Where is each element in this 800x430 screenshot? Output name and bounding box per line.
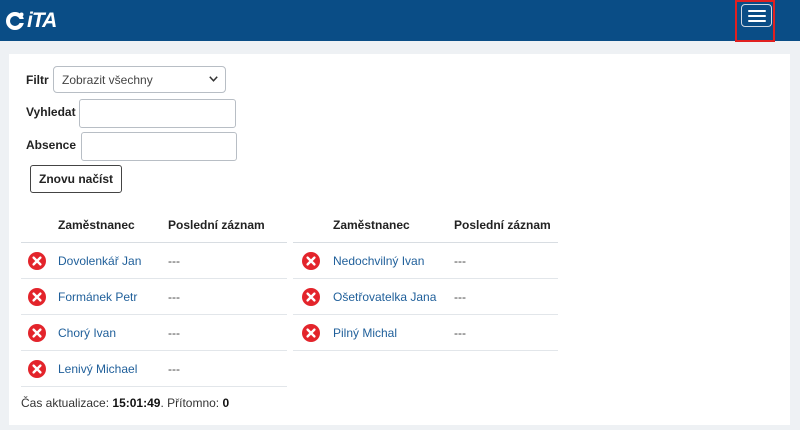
absence-label: Absence (26, 138, 77, 152)
search-input[interactable] (79, 99, 236, 128)
table-row: Lenivý Michael --- (21, 350, 287, 387)
filter-select[interactable]: Zobrazit všechny (53, 66, 226, 93)
employee-name-link[interactable]: Chorý Ivan (58, 326, 116, 340)
table-header-row: Zaměstnanec Poslední záznam (293, 208, 558, 243)
employee-name-link[interactable]: Ošetřovatelka Jana (333, 290, 436, 304)
last-record: --- (167, 350, 287, 387)
employee-name-link[interactable]: Lenivý Michael (58, 362, 137, 376)
employee-column-header: Zaměstnanec (57, 208, 167, 243)
employee-name-link[interactable]: Formánek Petr (58, 290, 137, 304)
absent-x-icon (28, 323, 46, 342)
last-record: --- (167, 314, 287, 351)
absent-x-icon (28, 359, 46, 378)
table-row: Formánek Petr --- (21, 278, 287, 315)
update-status: Čas aktualizace: 15:01:49. Přítomno: 0 (21, 396, 230, 410)
last-record: --- (453, 242, 558, 279)
employee-table-left: Zaměstnanec Poslední záznam Dovolenkář J… (21, 208, 287, 387)
last-record-column-header: Poslední záznam (167, 208, 287, 243)
update-time-label: Čas aktualizace: (21, 396, 110, 410)
reload-button[interactable]: Znovu načíst (30, 165, 122, 193)
employee-name-link[interactable]: Nedochvilný Ivan (333, 254, 424, 268)
last-record-column-header: Poslední záznam (453, 208, 558, 243)
table-row: Ošetřovatelka Jana --- (293, 278, 558, 315)
table-row: Nedochvilný Ivan --- (293, 242, 558, 279)
search-label: Vyhledat (26, 105, 76, 119)
absent-x-icon (302, 287, 320, 306)
last-record: --- (167, 242, 287, 279)
absence-input[interactable] (81, 132, 237, 161)
table-row: Dovolenkář Jan --- (21, 242, 287, 279)
employee-name-link[interactable]: Dovolenkář Jan (58, 254, 141, 268)
top-navbar: iTA (0, 0, 800, 42)
present-count: 0 (222, 396, 230, 410)
last-record: --- (453, 314, 558, 351)
logo-ring-icon (6, 12, 25, 30)
update-time-value: 15:01:49 (112, 396, 161, 410)
logo-text: iTA (27, 9, 57, 32)
employee-column-header: Zaměstnanec (332, 208, 453, 243)
absent-x-icon (302, 323, 320, 342)
hamburger-menu-button[interactable] (741, 4, 772, 27)
last-record: --- (453, 278, 558, 315)
employee-name-link[interactable]: Pilný Michal (333, 326, 397, 340)
absent-x-icon (28, 251, 46, 270)
employee-table-right: Zaměstnanec Poslední záznam Nedochvilný … (293, 208, 558, 351)
table-row: Chorý Ivan --- (21, 314, 287, 351)
hamburger-menu-icon (748, 10, 766, 12)
filter-label: Filtr (26, 73, 49, 87)
filter-select-value: Zobrazit všechny (62, 72, 153, 87)
absent-x-icon (302, 251, 320, 270)
last-record: --- (167, 278, 287, 315)
ita-logo[interactable]: iTA (5, 9, 57, 33)
chevron-down-icon (209, 76, 218, 82)
status-column-header (293, 208, 332, 243)
present-label: Přítomno: (167, 396, 220, 410)
status-column-header (21, 208, 57, 243)
table-row: Pilný Michal --- (293, 314, 558, 351)
table-header-row: Zaměstnanec Poslední záznam (21, 208, 287, 243)
absent-x-icon (28, 287, 46, 306)
